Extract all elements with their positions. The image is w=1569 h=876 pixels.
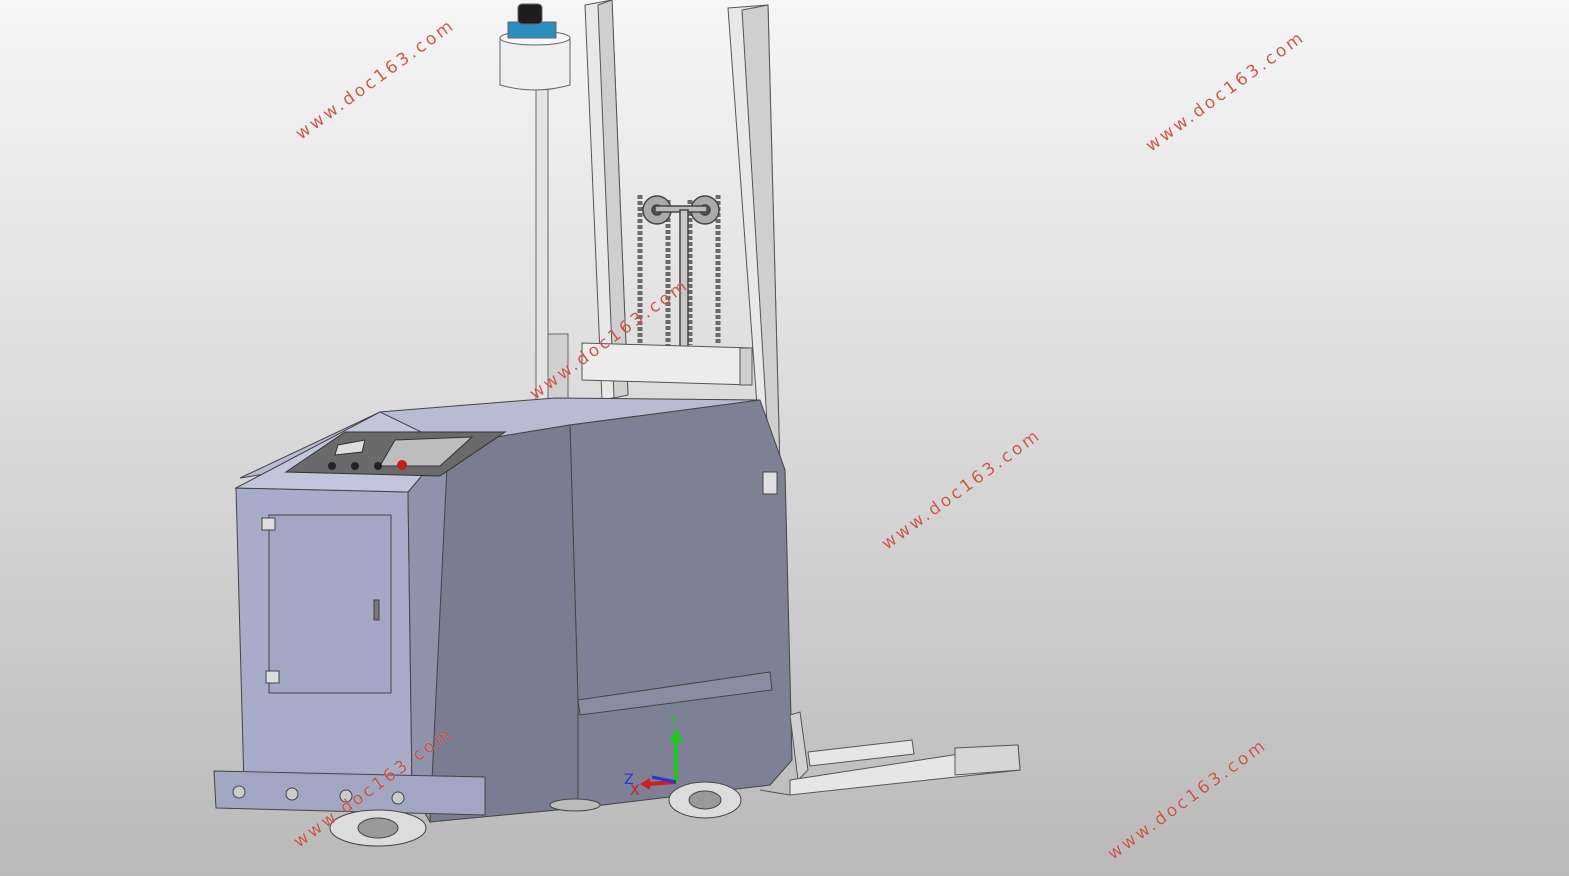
x-axis-label: X bbox=[630, 783, 640, 799]
cad-viewport[interactable]: Y Z X www.doc163.com www.doc163.com www.… bbox=[0, 0, 1569, 876]
forks bbox=[759, 711, 1021, 796]
y-axis-label: Y bbox=[669, 712, 679, 728]
forklift-agv-3d-model[interactable]: Y Z X bbox=[0, 0, 1569, 876]
chain-sprockets bbox=[642, 195, 720, 351]
body-right-side bbox=[569, 399, 793, 809]
body-mid-side bbox=[429, 424, 579, 823]
mast-bracket bbox=[762, 471, 778, 495]
cabinet-door bbox=[261, 514, 392, 694]
